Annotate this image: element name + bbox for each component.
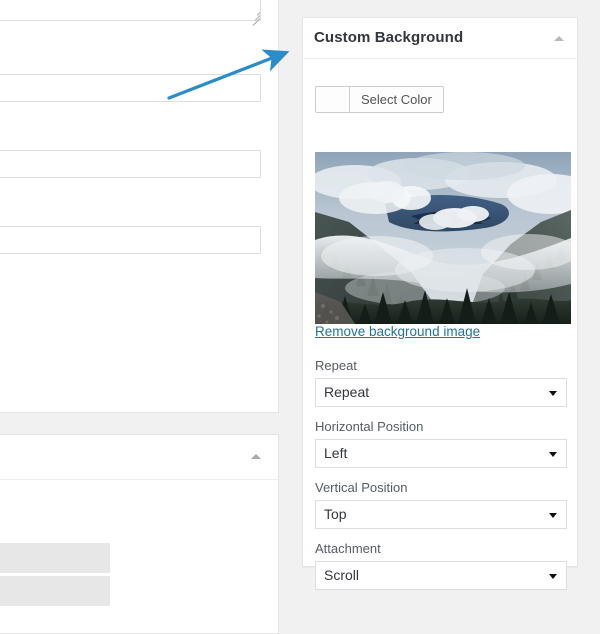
custom-background-panel: Custom Background Select Color Remove ba…: [302, 17, 578, 590]
page-title: Custom Background: [314, 29, 464, 46]
field-horizontal-position-label: Horizontal Position: [315, 419, 424, 434]
attachment-select[interactable]: Scroll: [315, 561, 567, 590]
chevron-down-icon[interactable]: [549, 391, 557, 396]
background-image-preview[interactable]: [315, 152, 571, 324]
field-repeat-label: Repeat: [315, 358, 357, 373]
caret-up-icon[interactable]: [251, 454, 261, 459]
horizontal-position-select[interactable]: Left: [315, 439, 567, 468]
vertical-position-select-value: Top: [324, 506, 347, 522]
left-panel-bottom-header[interactable]: [0, 435, 278, 480]
chevron-down-icon[interactable]: [549, 513, 557, 518]
repeat-select-value: Repeat: [324, 384, 370, 400]
field-vertical-position: Vertical Position Top: [315, 480, 567, 529]
horizontal-position-select-value: Left: [324, 445, 348, 461]
left-column: [0, 0, 279, 634]
vertical-position-select[interactable]: Top: [315, 500, 567, 529]
repeat-select[interactable]: Repeat: [315, 378, 567, 407]
chevron-down-icon[interactable]: [549, 452, 557, 457]
field-repeat: Repeat Repeat: [315, 358, 567, 407]
custom-background-header[interactable]: Custom Background: [303, 18, 577, 59]
left-panel-top: [0, 0, 279, 413]
color-swatch[interactable]: [315, 86, 349, 113]
chevron-down-icon[interactable]: [549, 574, 557, 579]
placeholder-block-2: [0, 576, 110, 606]
preview-artwork: [315, 152, 571, 324]
field-vertical-position-label: Vertical Position: [315, 480, 408, 495]
select-color-button[interactable]: Select Color: [349, 86, 444, 113]
attachment-select-value: Scroll: [324, 567, 360, 583]
description-textarea[interactable]: [0, 0, 261, 21]
field-attachment: Attachment Scroll: [315, 541, 567, 590]
left-text-field-2[interactable]: [0, 150, 261, 178]
placeholder-block-1: [0, 543, 110, 573]
field-horizontal-position: Horizontal Position Left: [315, 419, 567, 468]
field-attachment-label: Attachment: [315, 541, 381, 556]
left-text-field-1[interactable]: [0, 74, 261, 102]
left-text-field-3[interactable]: [0, 226, 261, 254]
screen-root: Custom Background Select Color Remove ba…: [0, 0, 600, 634]
background-color-picker: Select Color: [315, 86, 444, 113]
caret-up-icon[interactable]: [554, 36, 564, 41]
remove-background-image-link[interactable]: Remove background image: [315, 324, 480, 339]
